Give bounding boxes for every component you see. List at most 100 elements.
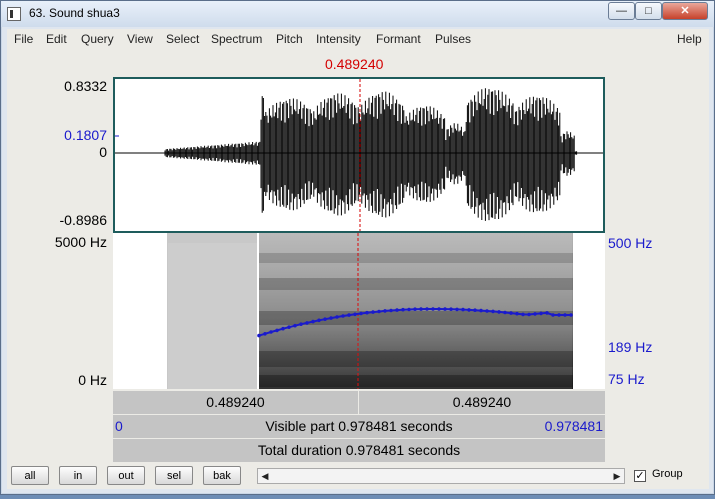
menu-pulses[interactable]: Pulses	[435, 32, 471, 46]
pitch-point	[461, 307, 465, 312]
menu-pitch[interactable]: Pitch	[276, 32, 303, 46]
waveform-y-max: 0.8332	[64, 78, 107, 94]
waveform-panel[interactable]	[113, 77, 605, 233]
pitch-point	[371, 310, 375, 314]
left-part-duration[interactable]: 0.489240	[113, 391, 358, 414]
pitch-point	[257, 333, 261, 338]
pitch-point	[455, 307, 459, 312]
pitch-point	[449, 307, 453, 311]
menu-edit[interactable]: Edit	[46, 32, 67, 46]
zoom-selection-button[interactable]: sel	[155, 466, 193, 485]
selection-duration-bar[interactable]: 0.489240 0.489240	[113, 390, 605, 414]
waveform-y-cursor: 0.1807	[64, 127, 107, 143]
pitch-point	[551, 313, 555, 317]
pitch-point	[533, 312, 537, 316]
zoom-in-button[interactable]: in	[59, 466, 97, 485]
pitch-point	[515, 311, 519, 316]
zoom-all-button[interactable]: all	[11, 466, 49, 485]
zoom-out-button[interactable]: out	[107, 466, 145, 485]
pitch-point	[479, 308, 483, 313]
minimize-button[interactable]: —	[608, 2, 635, 20]
menu-file[interactable]: File	[14, 32, 33, 46]
spectrogram-freq-min: 0 Hz	[78, 372, 107, 388]
formant-band	[259, 278, 573, 290]
waveform-y-zero: 0	[99, 144, 107, 160]
zoom-back-button[interactable]: bak	[203, 466, 241, 485]
sound-editor-window: 63. Sound shua3 — □ ✕ File Edit Query Vi…	[0, 0, 715, 495]
pitch-point	[473, 308, 477, 312]
pitch-point	[275, 328, 279, 333]
pitch-point	[335, 315, 339, 319]
pitch-point	[419, 307, 423, 311]
pitch-point	[365, 310, 369, 315]
title-bar[interactable]: 63. Sound shua3 — □ ✕	[1, 1, 714, 27]
pitch-point	[413, 307, 417, 311]
pitch-point	[401, 307, 405, 312]
pitch-point	[299, 322, 303, 326]
cursor-time-label: 0.489240	[325, 56, 384, 72]
pitch-point	[395, 308, 399, 312]
menu-select[interactable]: Select	[166, 32, 199, 46]
pitch-point	[503, 310, 507, 315]
pitch-point	[353, 312, 357, 317]
formant-band	[259, 351, 573, 367]
pitch-point	[557, 313, 561, 317]
scroll-right-arrow-icon[interactable]: ▶	[610, 469, 624, 483]
maximize-button[interactable]: □	[635, 2, 662, 20]
pitch-axis-top: 500 Hz	[608, 235, 653, 251]
pitch-point	[287, 325, 291, 329]
group-label: Group	[652, 468, 683, 480]
pitch-point	[437, 307, 441, 311]
menu-bar: File Edit Query View Select Spectrum Pit…	[7, 29, 709, 50]
pitch-point	[305, 321, 309, 325]
pitch-point	[431, 307, 435, 311]
pitch-point	[539, 311, 543, 316]
pitch-point	[545, 311, 549, 315]
pitch-point	[485, 309, 489, 313]
bottom-toolbar: all in out sel bak ◀ ▶ ✓ Group	[7, 463, 709, 489]
menu-intensity[interactable]: Intensity	[316, 32, 361, 46]
menu-spectrum[interactable]: Spectrum	[211, 32, 262, 46]
pitch-point	[491, 309, 495, 314]
menu-view[interactable]: View	[127, 32, 153, 46]
pitch-point	[293, 323, 297, 328]
time-scrollbar[interactable]: ◀ ▶	[257, 468, 625, 484]
waveform-path	[164, 88, 578, 221]
formant-band	[259, 375, 573, 387]
menu-help[interactable]: Help	[677, 32, 702, 46]
pitch-point	[443, 307, 447, 311]
pitch-point	[527, 312, 531, 317]
total-duration-bar[interactable]: Total duration 0.978481 seconds	[113, 438, 605, 462]
pitch-point	[341, 314, 345, 318]
pitch-point	[281, 326, 285, 331]
visible-end-time: 0.978481	[544, 418, 603, 434]
menu-query[interactable]: Query	[81, 32, 114, 46]
pitch-point	[263, 332, 267, 336]
pitch-point	[347, 313, 351, 317]
pitch-point	[269, 330, 273, 334]
pitch-point	[563, 313, 567, 317]
pitch-point	[569, 313, 573, 317]
scroll-left-arrow-icon[interactable]: ◀	[258, 469, 272, 483]
visible-part-bar[interactable]: 0 Visible part 0.978481 seconds 0.978481	[113, 414, 605, 438]
close-button[interactable]: ✕	[662, 2, 708, 20]
menu-formant[interactable]: Formant	[376, 32, 421, 46]
total-duration-label[interactable]: Total duration 0.978481 seconds	[113, 439, 605, 462]
pitch-point	[497, 310, 501, 314]
pitch-point	[467, 308, 471, 312]
right-part-duration[interactable]: 0.489240	[359, 391, 605, 414]
group-checkbox[interactable]: ✓	[634, 470, 646, 482]
formant-band	[259, 253, 573, 263]
visible-part-label[interactable]: Visible part 0.978481 seconds	[113, 415, 605, 438]
pitch-point	[407, 307, 411, 312]
praat-window-icon	[7, 7, 21, 21]
pitch-axis-bottom: 75 Hz	[608, 371, 645, 387]
pitch-point	[323, 317, 327, 321]
spectrogram-freq-max: 5000 Hz	[54, 234, 107, 250]
waveform-y-min: -0.8986	[59, 212, 107, 228]
pitch-point	[377, 309, 381, 314]
spectrogram-panel[interactable]	[113, 233, 605, 389]
pitch-point	[389, 308, 393, 313]
pitch-axis-mid: 189 Hz	[608, 339, 653, 355]
pitch-point	[311, 319, 315, 324]
